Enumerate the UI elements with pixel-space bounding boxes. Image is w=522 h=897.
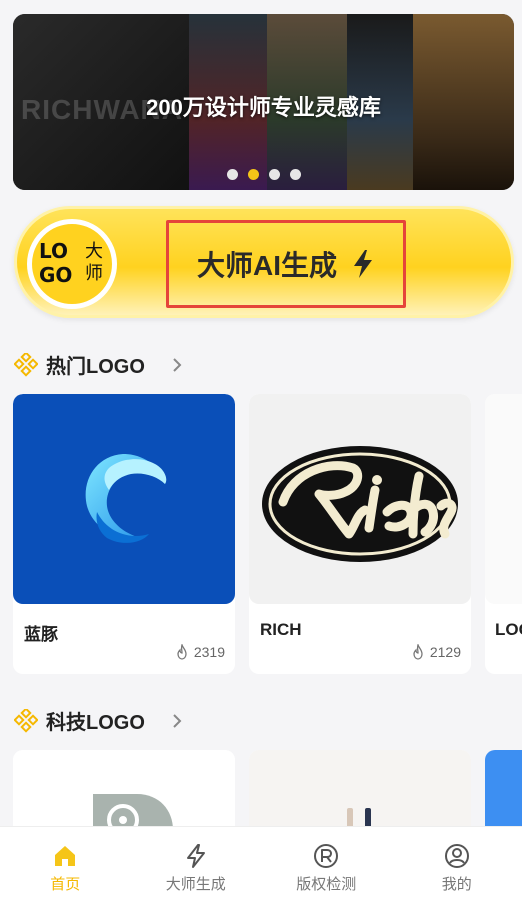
home-icon (55, 846, 76, 866)
section-header-hot[interactable]: 热门LOGO (14, 350, 183, 379)
card-title: 蓝豚 (24, 625, 58, 644)
ai-generate-banner[interactable]: LO GO 大师 大师AI生成 (14, 206, 514, 318)
carousel-dot[interactable] (289, 169, 301, 180)
carousel-dot[interactable] (268, 169, 280, 180)
card-title: LOG (495, 620, 522, 639)
registered-icon (314, 844, 339, 868)
section-title: 科技LOGO (46, 712, 145, 734)
ai-generate-label: 大师AI生成 (196, 250, 337, 281)
logo-thumbnail (485, 394, 522, 604)
rich-logo-icon (262, 446, 458, 562)
card-title: RICH (260, 620, 302, 639)
tab-profile[interactable]: 我的 (392, 827, 522, 897)
section-title: 热门LOGO (46, 356, 145, 378)
bottom-tab-bar: 首页 大师生成 版权检测 我的 (0, 826, 522, 897)
carousel-dot[interactable] (226, 169, 238, 180)
logo-thumbnail (249, 394, 471, 604)
section-header-tech[interactable]: 科技LOGO (14, 706, 183, 735)
banner-title: 200万设计师专业灵感库 (146, 95, 381, 120)
lightning-icon (354, 250, 372, 278)
logo-badge: LO GO 大师 (27, 219, 117, 309)
logo-card[interactable]: LOG (485, 394, 522, 674)
chevron-right-icon[interactable] (171, 357, 183, 373)
diamond-grid-icon (14, 352, 38, 377)
tab-label: 首页 (50, 876, 81, 893)
badge-lo-text: LO (39, 239, 69, 263)
tab-label: 我的 (441, 876, 472, 893)
view-count-value: 2129 (429, 644, 461, 660)
tab-home[interactable]: 首页 (0, 827, 131, 897)
tab-copyright-check[interactable]: 版权检测 (261, 827, 392, 897)
badge-cn-text: 大师 (85, 241, 103, 283)
chevron-right-icon[interactable] (171, 713, 183, 729)
tab-label: 版权检测 (296, 876, 357, 893)
carousel-indicator (13, 169, 514, 180)
tab-ai-generate[interactable]: 大师生成 (131, 827, 262, 897)
user-icon (444, 844, 469, 868)
flame-icon (413, 644, 423, 660)
view-count: 2319 (175, 644, 225, 660)
banner-carousel[interactable]: RICHWANA 200万设计师专业灵感库 (13, 14, 514, 190)
view-count: 2129 (411, 644, 461, 660)
logo-card[interactable]: RICH 2129 (249, 394, 471, 674)
view-count-value: 2319 (193, 644, 225, 660)
diamond-grid-icon (14, 708, 38, 733)
logo-thumbnail (13, 394, 235, 604)
carousel-dot-active[interactable] (247, 169, 259, 180)
ai-generate-button[interactable]: 大师AI生成 (166, 220, 406, 308)
lightning-icon (186, 844, 205, 868)
logo-card[interactable]: 蓝豚 2319 (13, 394, 235, 674)
flame-icon (177, 644, 187, 660)
tab-label: 大师生成 (165, 876, 226, 893)
badge-go-text: GO (39, 263, 73, 287)
dolphin-logo-icon (85, 454, 167, 543)
